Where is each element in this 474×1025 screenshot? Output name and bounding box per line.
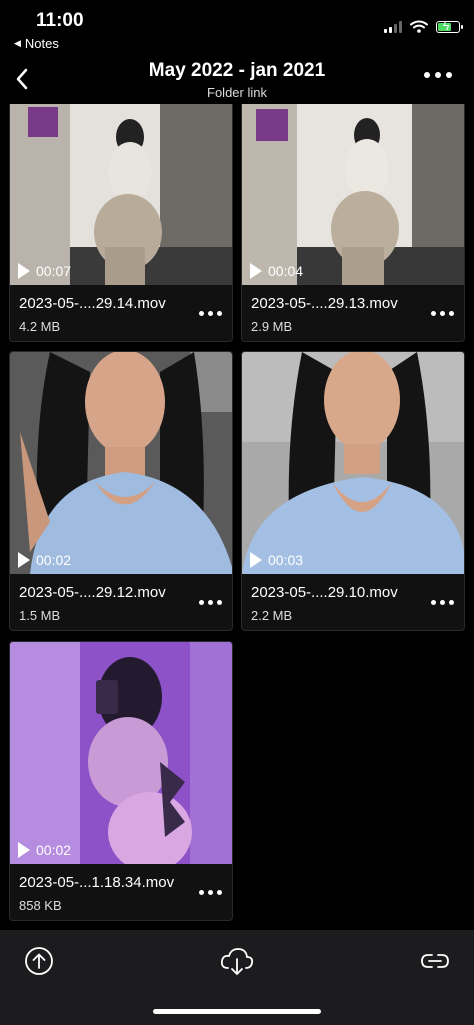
file-item[interactable]: 00:02 2023-05-...1.18.34.mov 858 KB — [9, 641, 233, 921]
file-item[interactable]: 00:07 2023-05-....29.14.mov 4.2 MB — [9, 104, 233, 342]
home-indicator — [153, 1009, 321, 1014]
page-title: May 2022 - jan 2021 — [148, 60, 326, 81]
page-subtitle: Folder link — [207, 85, 267, 100]
file-size: 4.2 MB — [19, 319, 61, 334]
video-duration: 00:02 — [18, 552, 71, 568]
file-name: 2023-05-....29.14.mov — [19, 295, 166, 312]
duration-label: 00:03 — [268, 552, 304, 568]
file-name: 2023-05-....29.10.mov — [251, 584, 398, 601]
duration-label: 00:04 — [268, 263, 304, 279]
play-icon — [18, 552, 30, 568]
video-thumbnail-image — [10, 104, 232, 285]
upload-icon[interactable] — [22, 944, 56, 978]
video-thumbnail-image — [242, 104, 464, 285]
back-triangle-icon: ◀ — [14, 38, 21, 48]
file-item[interactable]: 00:02 2023-05-....29.12.mov 1.5 MB — [9, 351, 233, 631]
video-duration: 00:02 — [18, 842, 71, 858]
play-icon — [18, 263, 30, 279]
video-duration: 00:04 — [250, 263, 303, 279]
cellular-signal-icon — [384, 20, 402, 33]
duration-label: 00:07 — [36, 263, 72, 279]
file-item[interactable]: 00:03 2023-05-....29.10.mov 2.2 MB — [241, 351, 465, 631]
duration-label: 00:02 — [36, 552, 72, 568]
status-time: 11:00 — [36, 10, 84, 31]
back-to-app-link[interactable]: ◀ Notes — [14, 36, 59, 51]
video-thumbnail-image — [242, 352, 464, 574]
file-size: 2.9 MB — [251, 319, 293, 334]
file-name: 2023-05-....29.13.mov — [251, 295, 398, 312]
more-dot-icon — [424, 72, 430, 78]
video-thumbnail[interactable]: 00:07 — [10, 104, 232, 285]
video-thumbnail[interactable]: 00:02 — [10, 352, 232, 574]
play-icon — [250, 552, 262, 568]
file-name: 2023-05-....29.12.mov — [19, 584, 166, 601]
battery-charging-icon: ϟ — [436, 19, 463, 33]
play-icon — [250, 263, 262, 279]
file-size: 2.2 MB — [251, 608, 293, 623]
more-options-button[interactable] — [424, 72, 452, 78]
video-thumbnail[interactable]: 00:03 — [242, 352, 464, 574]
video-thumbnail[interactable]: 00:04 — [242, 104, 464, 285]
video-duration: 00:03 — [250, 552, 303, 568]
item-more-button[interactable] — [199, 311, 222, 316]
navigation-bar: May 2022 - jan 2021 Folder link — [0, 56, 474, 104]
video-thumbnail[interactable]: 00:02 — [10, 642, 232, 864]
item-more-button[interactable] — [431, 311, 454, 316]
cloud-download-icon[interactable] — [219, 944, 255, 978]
video-thumbnail-image — [10, 642, 232, 864]
more-dot-icon — [435, 72, 441, 78]
video-duration: 00:07 — [18, 263, 71, 279]
play-icon — [18, 842, 30, 858]
file-size: 858 KB — [19, 898, 62, 913]
item-more-button[interactable] — [431, 600, 454, 605]
back-app-label: Notes — [24, 36, 59, 51]
status-bar: 11:00 ◀ Notes ϟ — [0, 0, 474, 56]
more-dot-icon — [446, 72, 452, 78]
wifi-icon — [410, 20, 428, 33]
duration-label: 00:02 — [36, 842, 72, 858]
item-more-button[interactable] — [199, 890, 222, 895]
file-grid: 00:07 2023-05-....29.14.mov 4.2 MB 00:04… — [0, 104, 474, 930]
video-thumbnail-image — [10, 352, 232, 574]
file-item[interactable]: 00:04 2023-05-....29.13.mov 2.9 MB — [241, 104, 465, 342]
file-name: 2023-05-...1.18.34.mov — [19, 874, 175, 891]
system-icons: ϟ — [384, 19, 463, 33]
file-size: 1.5 MB — [19, 608, 61, 623]
item-more-button[interactable] — [199, 600, 222, 605]
link-icon[interactable] — [418, 944, 452, 978]
